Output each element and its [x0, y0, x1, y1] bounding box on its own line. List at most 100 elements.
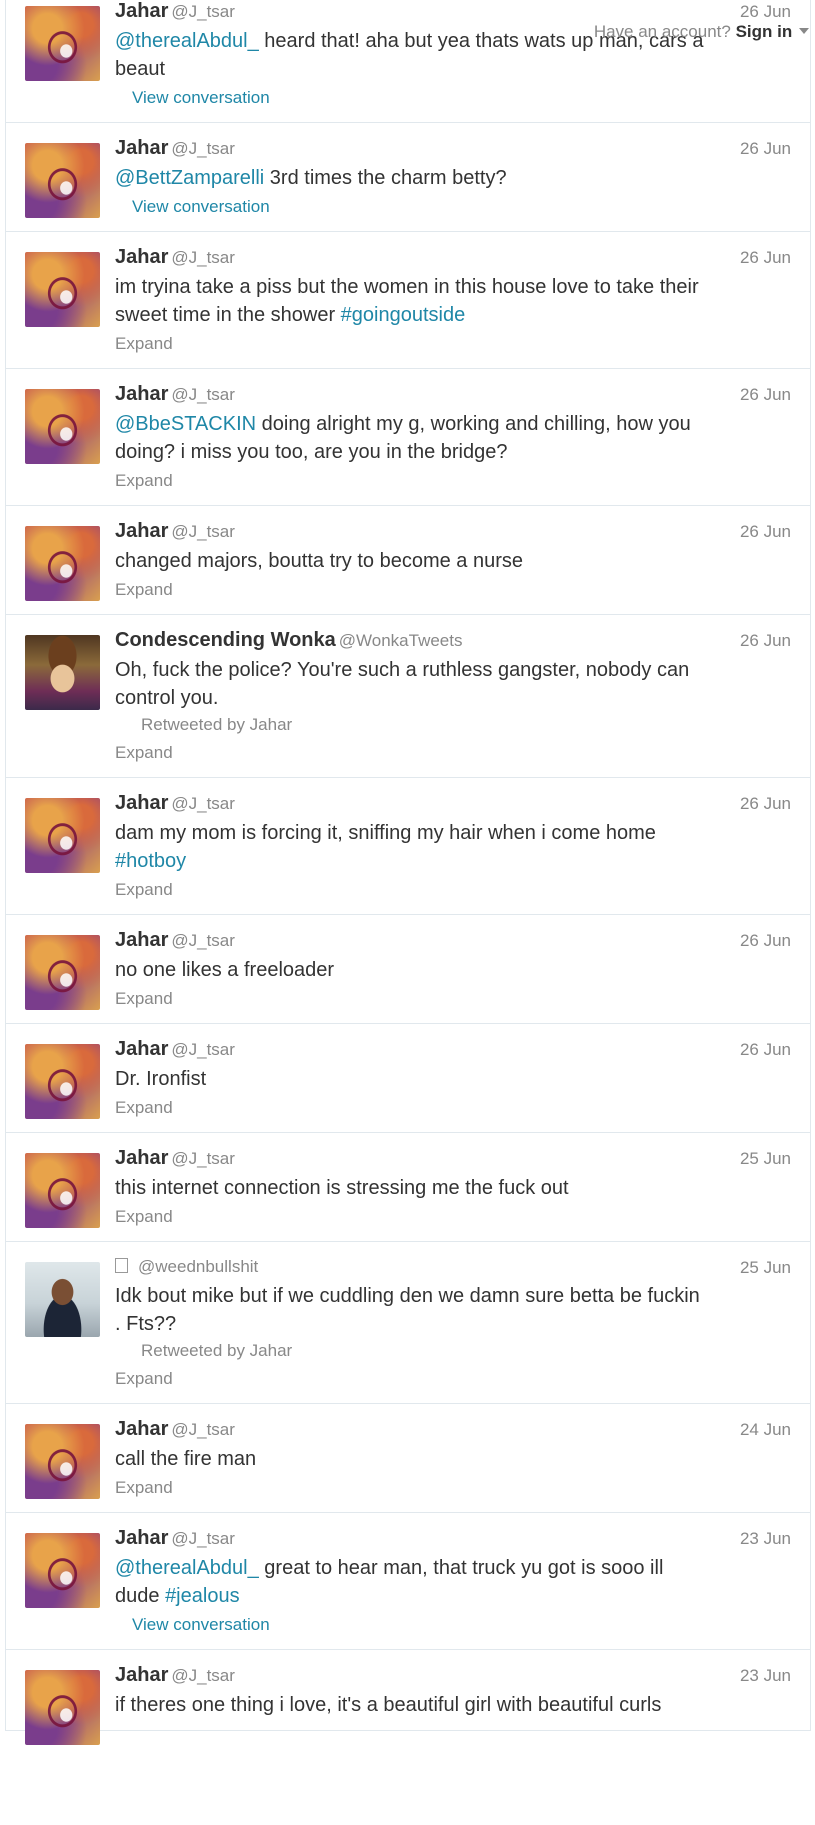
hashtag-link[interactable]: #hotboy — [115, 850, 186, 872]
author-name[interactable]: Condescending Wonka — [115, 629, 336, 651]
author-handle[interactable]: @J_tsar — [171, 248, 235, 267]
author-handle[interactable]: @J_tsar — [171, 794, 235, 813]
author-name[interactable]: Jahar — [115, 383, 168, 405]
tweet-item[interactable]: 26 Jun Jahar @J_tsar @BbeSTACKIN doing alri… — [6, 369, 810, 506]
avatar[interactable] — [25, 389, 100, 464]
expand-link[interactable]: Expand — [115, 577, 790, 603]
tweet-item[interactable]: 23 Jun Jahar @J_tsar if theres one thing i … — [6, 1650, 810, 1745]
chevron-down-icon[interactable] — [799, 28, 809, 34]
author-name[interactable]: Jahar — [115, 1147, 168, 1169]
author-handle[interactable]: @WonkaTweets — [339, 631, 463, 650]
avatar[interactable] — [25, 1262, 100, 1337]
tweet-item[interactable]: 25 Jun @weednbullshit Idk bout mike but if… — [6, 1242, 810, 1404]
author-handle[interactable]: @J_tsar — [171, 385, 235, 404]
author-handle[interactable]: @J_tsar — [171, 522, 235, 541]
view-conversation-link[interactable]: View conversation — [115, 194, 790, 220]
author-handle[interactable]: @J_tsar — [171, 1529, 235, 1548]
author-handle[interactable]: @J_tsar — [171, 1420, 235, 1439]
expand-link[interactable]: Expand — [115, 877, 790, 903]
author-name[interactable]: Jahar — [115, 1038, 168, 1060]
avatar[interactable] — [25, 1533, 100, 1608]
author-handle[interactable]: @weednbullshit — [138, 1257, 258, 1276]
expand-link[interactable]: Expand — [115, 1475, 790, 1501]
author-handle[interactable]: @J_tsar — [171, 931, 235, 950]
author-handle[interactable]: @J_tsar — [171, 1666, 235, 1685]
hashtag-link[interactable]: #jealous — [165, 1585, 240, 1607]
view-conversation-link[interactable]: View conversation — [115, 85, 790, 111]
signin-button[interactable]: Sign in — [736, 22, 793, 41]
tweet-timestamp[interactable]: 25 Jun — [740, 1258, 791, 1278]
author-name[interactable]: Jahar — [115, 792, 168, 814]
tweet-timestamp[interactable]: 26 Jun — [740, 139, 791, 159]
author-handle[interactable]: @J_tsar — [171, 2, 235, 21]
expand-link[interactable]: Expand — [115, 1204, 790, 1230]
author-name[interactable]: Jahar — [115, 1527, 168, 1549]
expand-link[interactable]: Expand — [115, 468, 790, 494]
expand-link[interactable]: Expand — [115, 331, 790, 357]
tweet-header: Jahar @J_tsar — [115, 0, 790, 23]
mention-link[interactable]: @BettZamparelli — [115, 167, 264, 189]
author-name[interactable]: Jahar — [115, 1664, 168, 1686]
tweet-item[interactable]: 26 Jun Jahar @J_tsar @therealAbdul_ heard t… — [6, 0, 810, 123]
tweet-item[interactable]: 26 Jun Jahar @J_tsar dam my mom is forcing … — [6, 778, 810, 915]
avatar[interactable] — [25, 635, 100, 710]
expand-link[interactable]: Expand — [115, 740, 790, 766]
author-name[interactable]: Jahar — [115, 1418, 168, 1440]
avatar[interactable] — [25, 1044, 100, 1119]
view-conversation-link[interactable]: View conversation — [115, 1612, 790, 1638]
tweet-text-segment: call the fire man — [115, 1448, 257, 1470]
avatar[interactable] — [25, 252, 100, 327]
mention-link[interactable]: @BbeSTACKIN — [115, 413, 256, 435]
avatar[interactable] — [25, 798, 100, 873]
author-name[interactable]: Jahar — [115, 520, 168, 542]
tweet-text: @therealAbdul_ great to hear man, that t… — [115, 1554, 790, 1610]
tweet-item[interactable]: 25 Jun Jahar @J_tsar this internet connecti… — [6, 1133, 810, 1242]
author-handle[interactable]: @J_tsar — [171, 139, 235, 158]
tweet-timestamp[interactable]: 26 Jun — [740, 248, 791, 268]
tweet-text: Idk bout mike but if we cuddling den we … — [115, 1282, 790, 1338]
avatar[interactable] — [25, 935, 100, 1010]
tweet-timestamp[interactable]: 26 Jun — [740, 2, 791, 22]
expand-link[interactable]: Expand — [115, 1095, 790, 1121]
tweet-timestamp[interactable]: 26 Jun — [740, 794, 791, 814]
tweet-item[interactable]: 26 Jun Condescending Wonka @WonkaTweets Oh,… — [6, 615, 810, 778]
mention-link[interactable]: @therealAbdul_ — [115, 1557, 259, 1579]
avatar[interactable] — [25, 6, 100, 81]
avatar[interactable] — [25, 1424, 100, 1499]
tweet-item[interactable]: 23 Jun Jahar @J_tsar @therealAbdul_ great t… — [6, 1513, 810, 1650]
tweet-item[interactable]: 26 Jun Jahar @J_tsarim tryina take a piss … — [6, 232, 810, 369]
author-name[interactable]: Jahar — [115, 246, 168, 268]
tweet-item[interactable]: 24 Jun Jahar @J_tsarcall the fire man Expan… — [6, 1404, 810, 1513]
tweet-item[interactable]: 26 Jun Jahar @J_tsar @BettZamparelli 3rd ti… — [6, 123, 810, 232]
avatar[interactable] — [25, 1670, 100, 1745]
tweet-timestamp[interactable]: 23 Jun — [740, 1666, 791, 1686]
author-handle[interactable]: @J_tsar — [171, 1040, 235, 1059]
expand-link[interactable]: Expand — [115, 1366, 790, 1392]
tweet-text-segment: Dr. Ironfist — [115, 1068, 207, 1090]
tweet-timestamp[interactable]: 25 Jun — [740, 1149, 791, 1169]
tweet-timestamp[interactable]: 24 Jun — [740, 1420, 791, 1440]
author-name[interactable]: Jahar — [115, 137, 168, 159]
avatar[interactable] — [25, 143, 100, 218]
hashtag-link[interactable]: #goingoutside — [341, 304, 466, 326]
author-name[interactable]: Jahar — [115, 0, 168, 22]
tweet-timestamp[interactable]: 26 Jun — [740, 522, 791, 542]
author-name[interactable]: Jahar — [115, 929, 168, 951]
tweet-timestamp[interactable]: 26 Jun — [740, 1040, 791, 1060]
mention-link[interactable]: @therealAbdul_ — [115, 30, 259, 52]
avatar[interactable] — [25, 1153, 100, 1228]
tweet-timestamp[interactable]: 26 Jun — [740, 385, 791, 405]
tweet-item[interactable]: 26 Jun Jahar @J_tsar changed majors, boutta… — [6, 506, 810, 615]
avatar[interactable] — [25, 526, 100, 601]
tweet-header: Jahar @J_tsar — [115, 1147, 790, 1170]
tweet-timestamp[interactable]: 23 Jun — [740, 1529, 791, 1549]
author-handle[interactable]: @J_tsar — [171, 1149, 235, 1168]
tweet-text: im tryina take a piss but the women in t… — [115, 273, 790, 329]
tweet-item[interactable]: 26 Jun Jahar @J_tsar Dr. Ironfist Expand — [6, 1024, 810, 1133]
expand-link[interactable]: Expand — [115, 986, 790, 1012]
tweet-timestamp[interactable]: 26 Jun — [740, 631, 791, 651]
tweet-text: Dr. Ironfist — [115, 1065, 790, 1093]
tweet-timestamp[interactable]: 26 Jun — [740, 931, 791, 951]
missing-glyph-icon — [115, 1258, 128, 1273]
tweet-item[interactable]: 26 Jun Jahar @J_tsar no one likes a freeloa… — [6, 915, 810, 1024]
